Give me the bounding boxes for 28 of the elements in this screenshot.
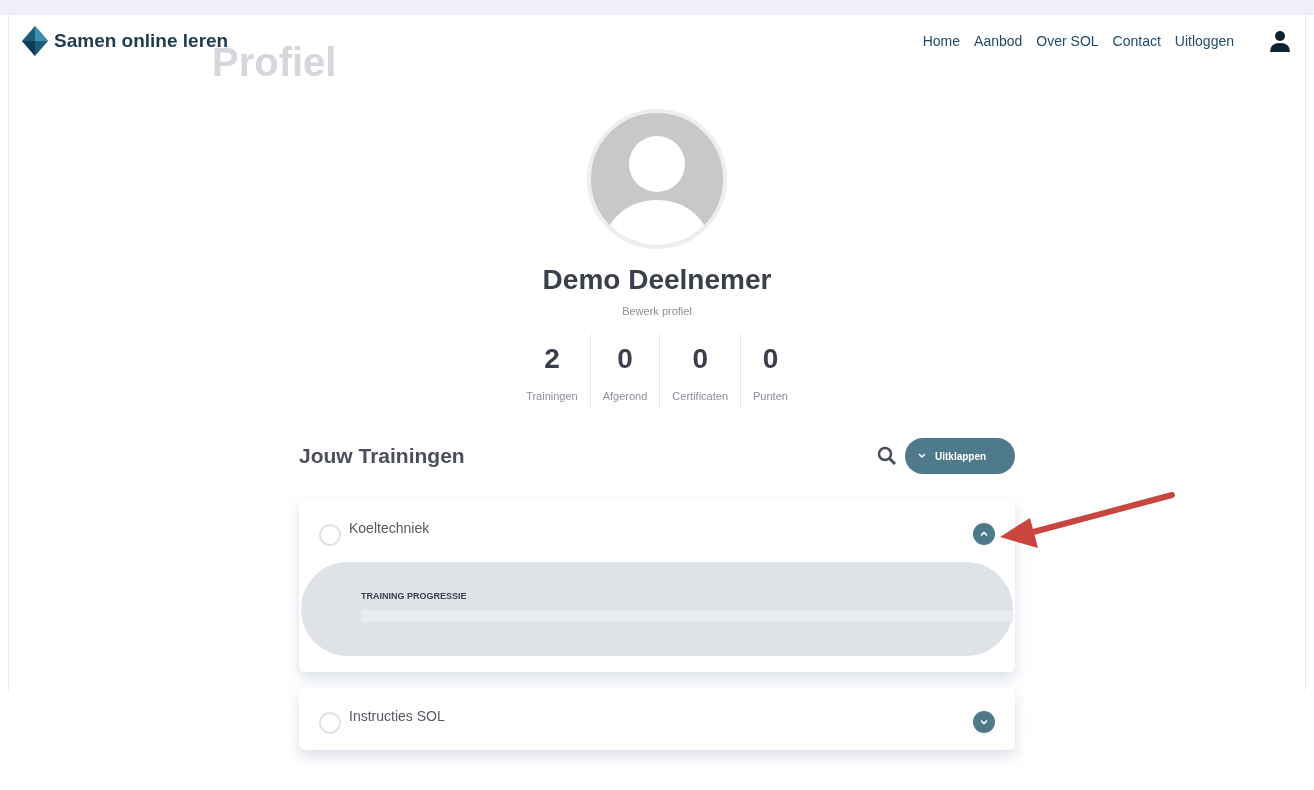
stat-value: 0 [762, 341, 779, 376]
expand-toggle-icon[interactable] [973, 711, 995, 733]
profile-name: Demo Deelnemer [542, 263, 772, 297]
chevron-down-icon [917, 451, 927, 461]
logo-icon [22, 26, 48, 56]
stat-label: Trainingen [526, 388, 578, 404]
nav-link[interactable]: Over SOL [1036, 30, 1099, 52]
expand-all-button[interactable]: Uitklappen [905, 438, 1015, 474]
collapse-toggle-icon[interactable] [973, 523, 995, 545]
training-title[interactable]: Koeltechniek [349, 518, 973, 539]
stat-value: 2 [544, 341, 560, 376]
stat-label: Punten [753, 388, 788, 404]
nav-link[interactable]: Home [922, 30, 961, 52]
nav-link[interactable]: Aanbod [974, 30, 1023, 52]
search-icon[interactable] [877, 446, 897, 466]
brand-name[interactable]: Samen online leren [54, 26, 229, 56]
section-title: Jouw Trainingen [299, 443, 465, 470]
nav-link[interactable]: Contact [1112, 30, 1161, 52]
edit-profile-link[interactable]: Bewerk profiel [622, 303, 692, 320]
avatar-icon [587, 109, 727, 249]
stat-label: Certificaten [672, 388, 728, 404]
progress-label: TRAINING PROGRESSIE [361, 590, 468, 603]
stat-value: 0 [617, 341, 633, 376]
nav-link[interactable]: Uitloggen [1174, 30, 1234, 52]
training-title[interactable]: Instructies SOL [349, 706, 973, 727]
stat-label: Afgerond [602, 388, 648, 404]
stat-value: 0 [692, 341, 708, 376]
user-icon[interactable] [1268, 29, 1292, 53]
